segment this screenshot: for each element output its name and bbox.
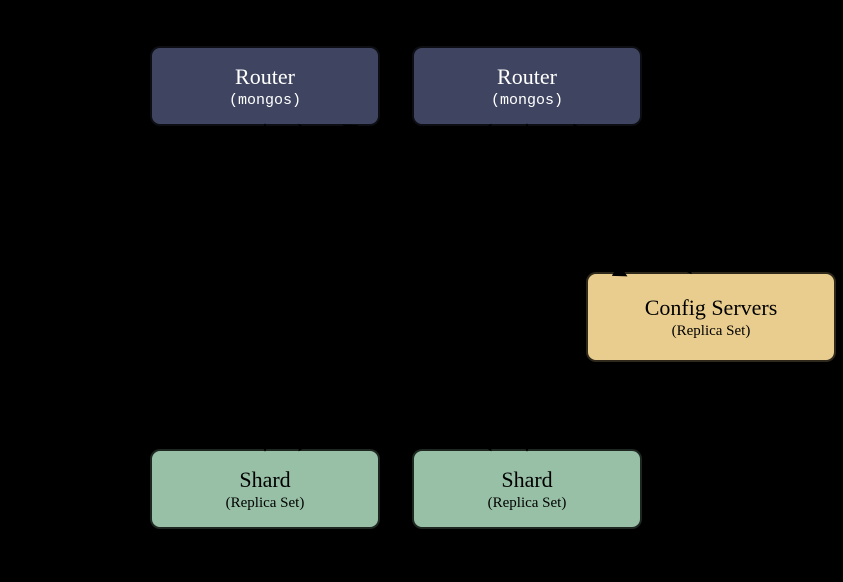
config-subtitle: (Replica Set) xyxy=(672,323,751,340)
config-title: Config Servers xyxy=(645,295,778,321)
shard-title-1: Shard xyxy=(239,467,290,493)
shard-subtitle-2: (Replica Set) xyxy=(488,495,567,512)
shard-box-1: Shard (Replica Set) xyxy=(150,449,380,529)
shard-box-2: Shard (Replica Set) xyxy=(412,449,642,529)
router-subtitle-1: (mongos) xyxy=(229,92,301,109)
router-box-2: Router (mongos) xyxy=(412,46,642,126)
router-box-1: Router (mongos) xyxy=(150,46,380,126)
router-title-2: Router xyxy=(497,64,557,90)
router-title-1: Router xyxy=(235,64,295,90)
shard-subtitle-1: (Replica Set) xyxy=(226,495,305,512)
router-subtitle-2: (mongos) xyxy=(491,92,563,109)
config-servers-box: Config Servers (Replica Set) xyxy=(586,272,836,362)
shard-title-2: Shard xyxy=(501,467,552,493)
